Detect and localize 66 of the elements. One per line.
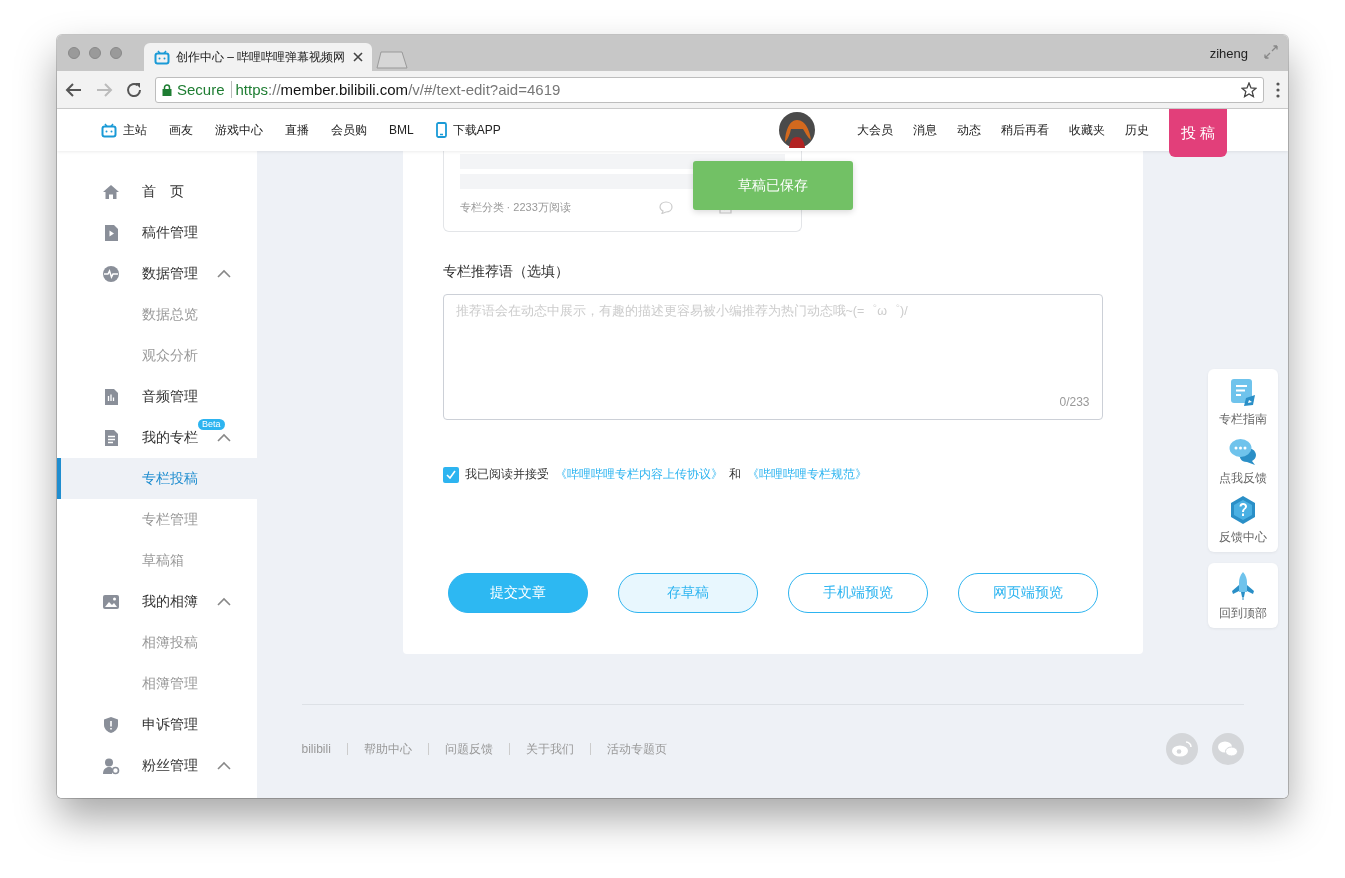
sidebar-item[interactable]: 粉丝管理 — [57, 745, 257, 786]
article-guide-icon — [1228, 377, 1258, 407]
chat-bubble-icon — [1228, 436, 1258, 466]
beta-badge: Beta — [198, 419, 225, 430]
conjunction-text: 和 — [728, 466, 741, 483]
nav-link[interactable]: 收藏夹 — [1069, 121, 1105, 139]
close-window-button[interactable] — [68, 47, 80, 59]
star-icon[interactable] — [1241, 81, 1257, 98]
avatar[interactable] — [779, 112, 815, 148]
upload-button[interactable]: 投 稿 — [1169, 109, 1227, 157]
activity-icon — [102, 264, 120, 283]
menu-icon[interactable] — [1276, 81, 1280, 98]
new-tab-button[interactable] — [376, 51, 408, 69]
profile-name[interactable]: ziheng — [1209, 46, 1248, 61]
nav-link[interactable]: 游戏中心 — [215, 121, 263, 139]
shield-icon — [102, 715, 120, 734]
field-label: 专栏推荐语（选填） — [442, 263, 570, 281]
side-tool-button[interactable]: 点我反馈 — [1219, 436, 1267, 487]
user-settings-icon — [102, 756, 120, 775]
video-file-icon — [102, 223, 120, 242]
lock-icon — [162, 83, 172, 96]
minimize-window-button[interactable] — [89, 47, 101, 59]
tv-icon — [101, 122, 117, 138]
back-icon[interactable] — [65, 80, 83, 99]
sidebar-item[interactable]: 我的专栏 Beta — [57, 417, 257, 458]
nav-link[interactable]: 会员购 — [331, 121, 367, 139]
nav-link[interactable]: 动态 — [957, 121, 981, 139]
home-icon — [102, 182, 120, 201]
nav-link[interactable]: 画友 — [169, 121, 193, 139]
phone-icon — [435, 122, 447, 138]
nav-link[interactable]: 主站 — [101, 121, 147, 139]
tv-icon — [154, 49, 170, 65]
url-text: https://member.bilibili.com/v/#/text-edit?aid=4619 — [235, 81, 561, 98]
agree-checkbox[interactable] — [442, 466, 459, 483]
sidebar-item[interactable]: 数据管理 — [57, 253, 257, 294]
comment-icon — [658, 201, 673, 214]
audio-file-icon — [102, 387, 120, 406]
side-tool-button[interactable]: 反馈中心 — [1219, 495, 1267, 546]
saved-toast: 草稿已保存 — [693, 161, 853, 210]
sidebar-item[interactable]: 我的相簿 — [57, 581, 257, 622]
sidebar-item[interactable]: 音频管理 — [57, 376, 257, 417]
side-tool-button[interactable]: 回到顶部 — [1219, 571, 1267, 622]
nav-link[interactable]: 历史 — [1125, 121, 1149, 139]
side-tool-button[interactable]: 专栏指南 — [1219, 377, 1267, 428]
sidebar-item[interactable]: 首 页 — [57, 171, 257, 212]
address-bar[interactable]: Secure https://member.bilibili.com/v/#/text-edit?aid=4619 — [155, 76, 1264, 103]
document-icon — [102, 428, 120, 447]
nav-link[interactable]: BML — [389, 123, 414, 137]
character-counter: 0/233 — [1059, 395, 1090, 409]
nav-link[interactable]: 稍后再看 — [1001, 121, 1049, 139]
nav-link[interactable]: 大会员 — [857, 121, 893, 139]
preview-meta: 专栏分类 · 2233万阅读 — [459, 200, 571, 215]
fullscreen-icon[interactable] — [1264, 45, 1278, 59]
agreement-text: 我已阅读并接受 — [464, 466, 549, 483]
sidebar-item[interactable]: 申诉管理 — [57, 704, 257, 745]
nav-link[interactable]: 直播 — [285, 121, 309, 139]
browser-tab[interactable]: 创作中心 – 哔哩哔哩弹幕视频网 — [144, 43, 372, 71]
sidebar-item[interactable]: 稿件管理 — [57, 212, 257, 253]
image-icon — [102, 592, 120, 611]
reload-icon[interactable] — [125, 80, 143, 99]
secure-label: Secure — [177, 81, 225, 98]
close-icon[interactable] — [352, 51, 364, 63]
zoom-window-button[interactable] — [110, 47, 122, 59]
help-icon — [1228, 495, 1258, 525]
nav-link[interactable]: 消息 — [913, 121, 937, 139]
nav-link[interactable]: 下载APP — [435, 121, 501, 139]
